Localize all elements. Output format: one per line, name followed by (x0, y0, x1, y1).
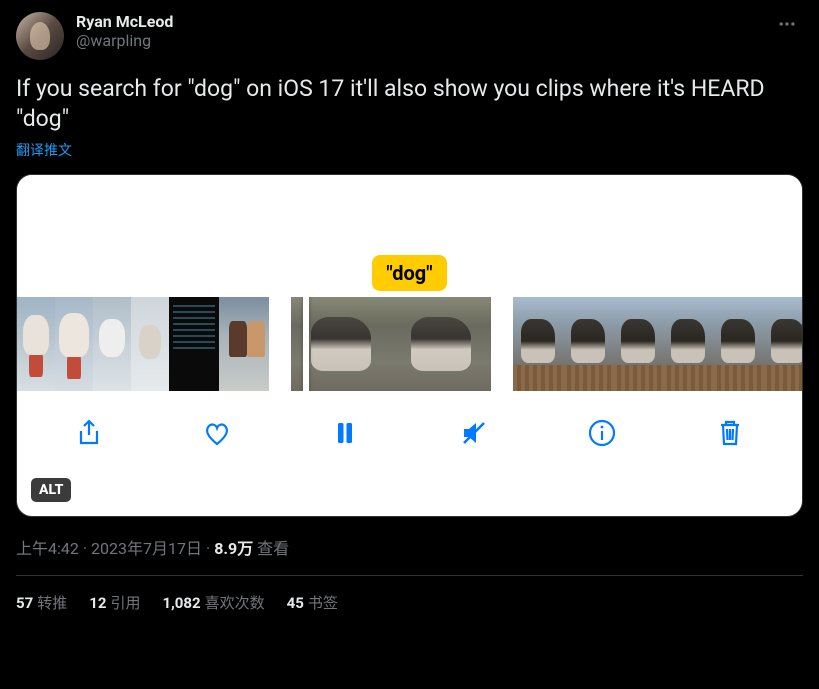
more-icon[interactable] (771, 12, 803, 41)
clip-group-3 (513, 297, 802, 391)
info-icon[interactable] (582, 413, 622, 453)
clip-thumbnail (663, 297, 713, 391)
quotes-label: 引用 (110, 594, 140, 612)
search-tag: "dog" (372, 255, 446, 291)
avatar[interactable] (16, 12, 64, 60)
pause-icon[interactable] (325, 413, 365, 453)
share-icon[interactable] (69, 413, 109, 453)
views-label: 查看 (257, 539, 289, 558)
clip-thumbnail (713, 297, 763, 391)
tweet-meta: 上午4:42·2023年7月17日·8.9万 查看 (16, 535, 803, 576)
quotes-count: 12 (89, 594, 106, 612)
retweets-count: 57 (16, 594, 33, 612)
clip-thumbnail (55, 297, 93, 391)
mute-icon[interactable] (454, 413, 494, 453)
display-name: Ryan McLeod (76, 12, 771, 31)
tweet-time[interactable]: 上午4:42 (16, 539, 79, 558)
tweet-header: Ryan McLeod @warpling (16, 12, 803, 60)
clip-group-1 (17, 297, 269, 391)
retweets-stat[interactable]: 57转推 (16, 592, 67, 613)
clip-thumbnail (613, 297, 663, 391)
media-whitespace (17, 175, 802, 255)
likes-count: 1,082 (162, 594, 200, 612)
search-tag-row: "dog" (17, 255, 802, 297)
trash-icon[interactable] (710, 413, 750, 453)
bookmarks-stat[interactable]: 45书签 (287, 592, 338, 613)
tweet-date[interactable]: 2023年7月17日 (91, 539, 202, 558)
media-attachment[interactable]: "dog" (16, 174, 803, 517)
media-toolbar (17, 391, 802, 475)
views-count[interactable]: 8.9万 (214, 539, 253, 558)
clip-thumbnail (763, 297, 802, 391)
bookmarks-count: 45 (287, 594, 304, 612)
video-timeline[interactable] (17, 297, 802, 391)
clip-thumbnail (219, 297, 269, 391)
clip-thumbnail (391, 297, 491, 391)
tweet-stats: 57转推 12引用 1,082 喜欢次数 45书签 (16, 576, 803, 613)
bookmarks-label: 书签 (308, 594, 338, 612)
quotes-stat[interactable]: 12引用 (89, 592, 140, 613)
clip-group-2 (291, 297, 491, 391)
tweet-text: If you search for "dog" on iOS 17 it'll … (16, 74, 803, 134)
clip-thumbnail (563, 297, 613, 391)
heart-icon[interactable] (197, 413, 237, 453)
clip-thumbnail (93, 297, 131, 391)
user-handle: @warpling (76, 31, 771, 50)
tweet-container: Ryan McLeod @warpling If you search for … (0, 0, 819, 625)
retweets-label: 转推 (37, 594, 67, 612)
translate-link[interactable]: 翻译推文 (16, 140, 72, 160)
playhead[interactable] (303, 297, 309, 391)
likes-stat[interactable]: 1,082 喜欢次数 (162, 592, 264, 613)
clip-thumbnail (513, 297, 563, 391)
clip-thumbnail (131, 297, 169, 391)
user-info[interactable]: Ryan McLeod @warpling (76, 12, 771, 50)
clip-thumbnail (17, 297, 55, 391)
clip-thumbnail (169, 297, 219, 391)
likes-label: 喜欢次数 (205, 594, 265, 612)
alt-badge[interactable]: ALT (31, 478, 71, 502)
